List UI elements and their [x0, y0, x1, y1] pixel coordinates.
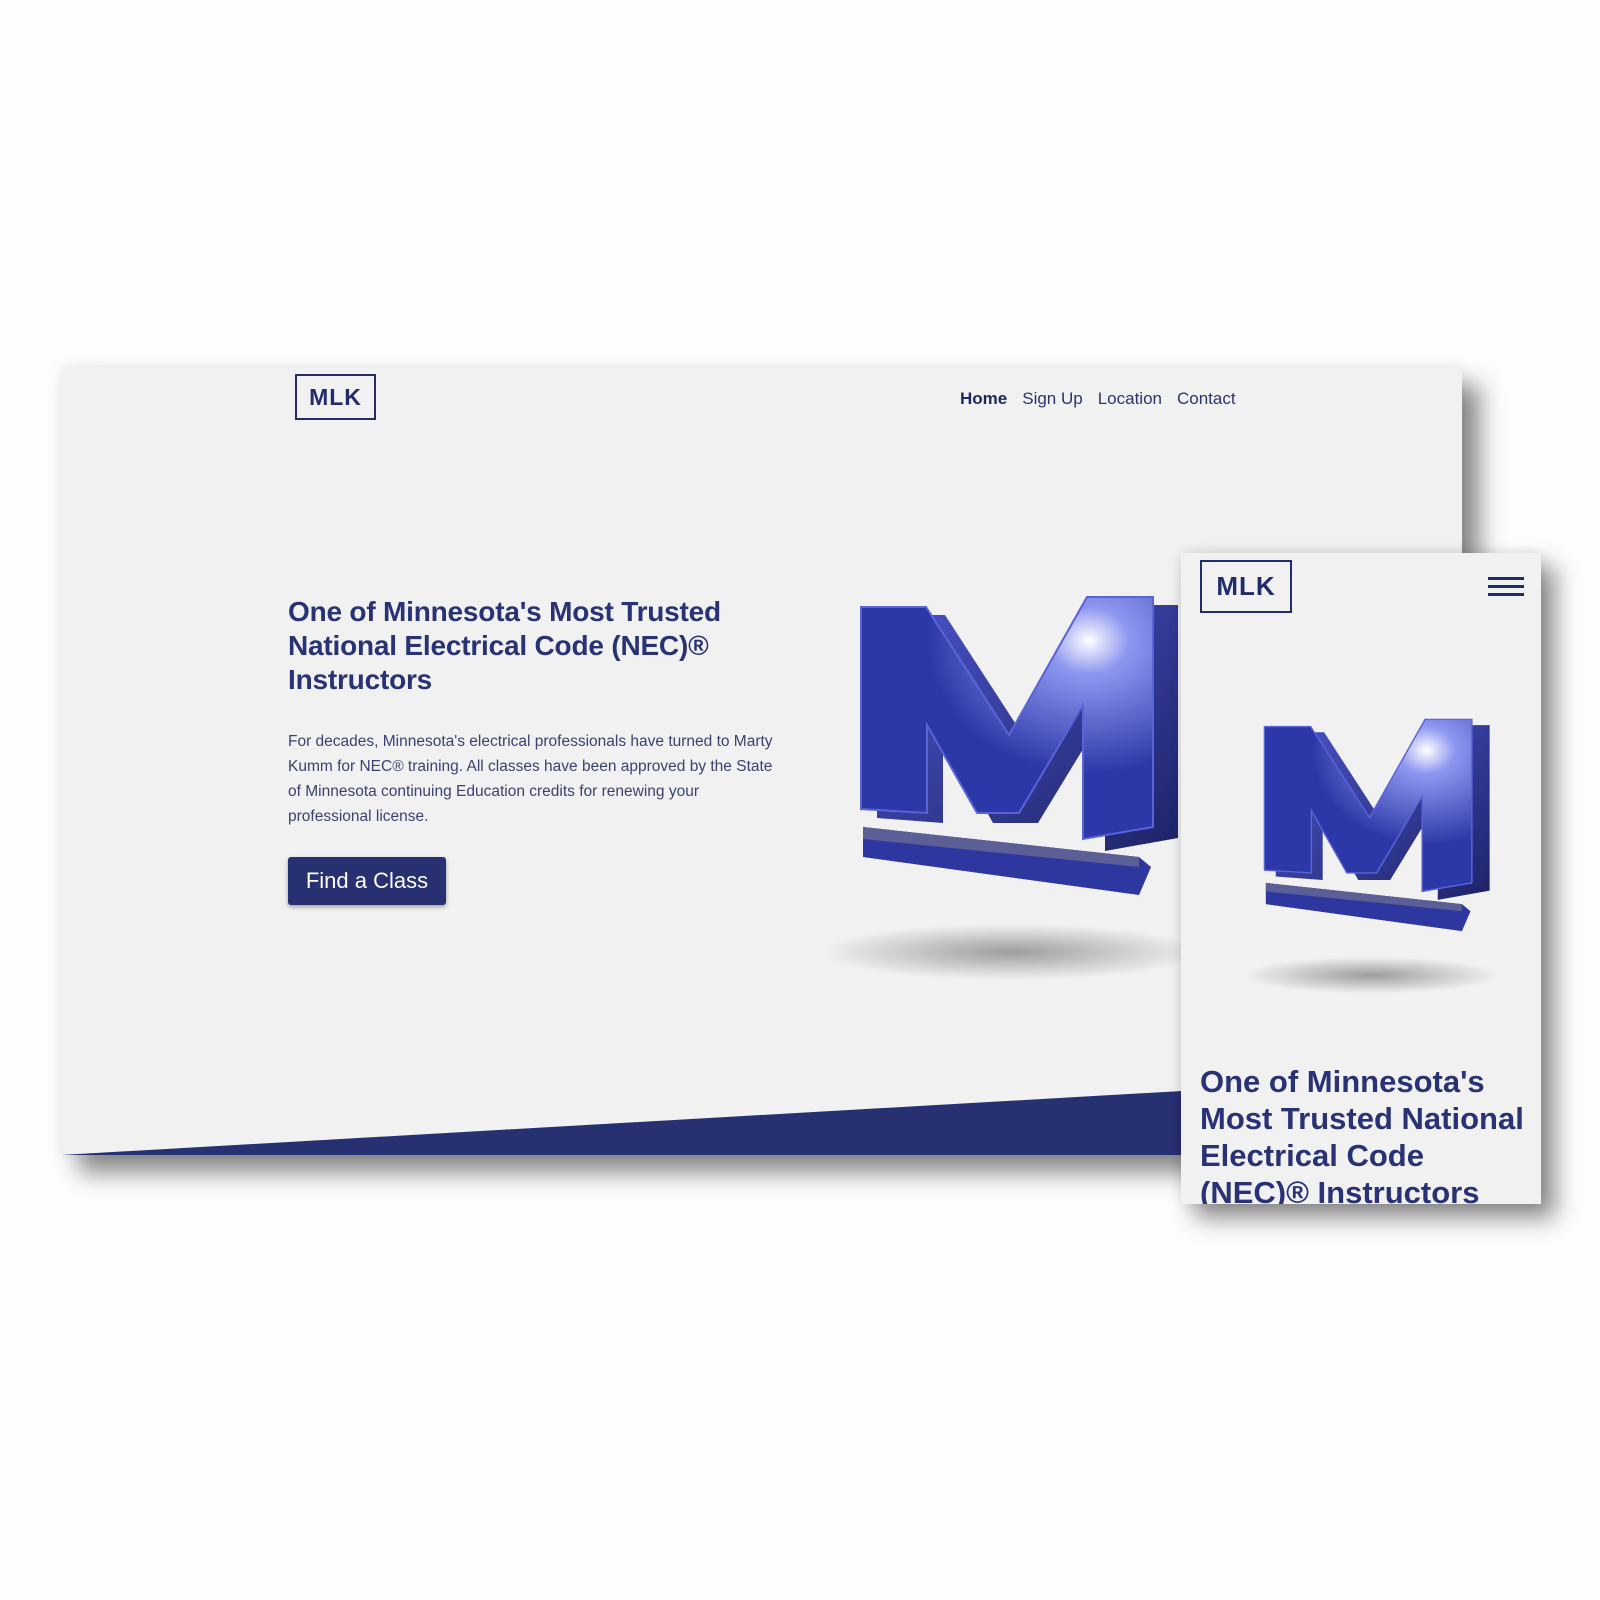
menu-line — [1488, 585, 1524, 588]
mobile-site-logo[interactable]: MLK — [1200, 560, 1292, 613]
mobile-hero-headline: One of Minnesota's Most Trusted National… — [1200, 1064, 1524, 1204]
nav-home[interactable]: Home — [960, 389, 1007, 409]
hero-headline: One of Minnesota's Most Trusted National… — [288, 596, 721, 695]
find-a-class-button[interactable]: Find a Class — [288, 857, 446, 905]
main-nav: Home Sign Up Location Contact — [960, 389, 1236, 409]
menu-line — [1488, 593, 1524, 596]
site-logo[interactable]: MLK — [295, 374, 376, 420]
nav-contact[interactable]: Contact — [1177, 389, 1236, 409]
mobile-mockup: MLK One of Minnesota's Most Trusted Nati… — [1181, 553, 1541, 1204]
hero-description: For decades, Minnesota's electrical prof… — [288, 733, 773, 825]
hamburger-icon[interactable] — [1488, 577, 1524, 603]
mobile-m-logo-3d-icon — [1243, 718, 1499, 994]
m-logo-3d-icon — [821, 596, 1201, 980]
nav-sign-up[interactable]: Sign Up — [1022, 389, 1082, 409]
menu-line — [1488, 577, 1524, 580]
nav-location[interactable]: Location — [1098, 389, 1162, 409]
